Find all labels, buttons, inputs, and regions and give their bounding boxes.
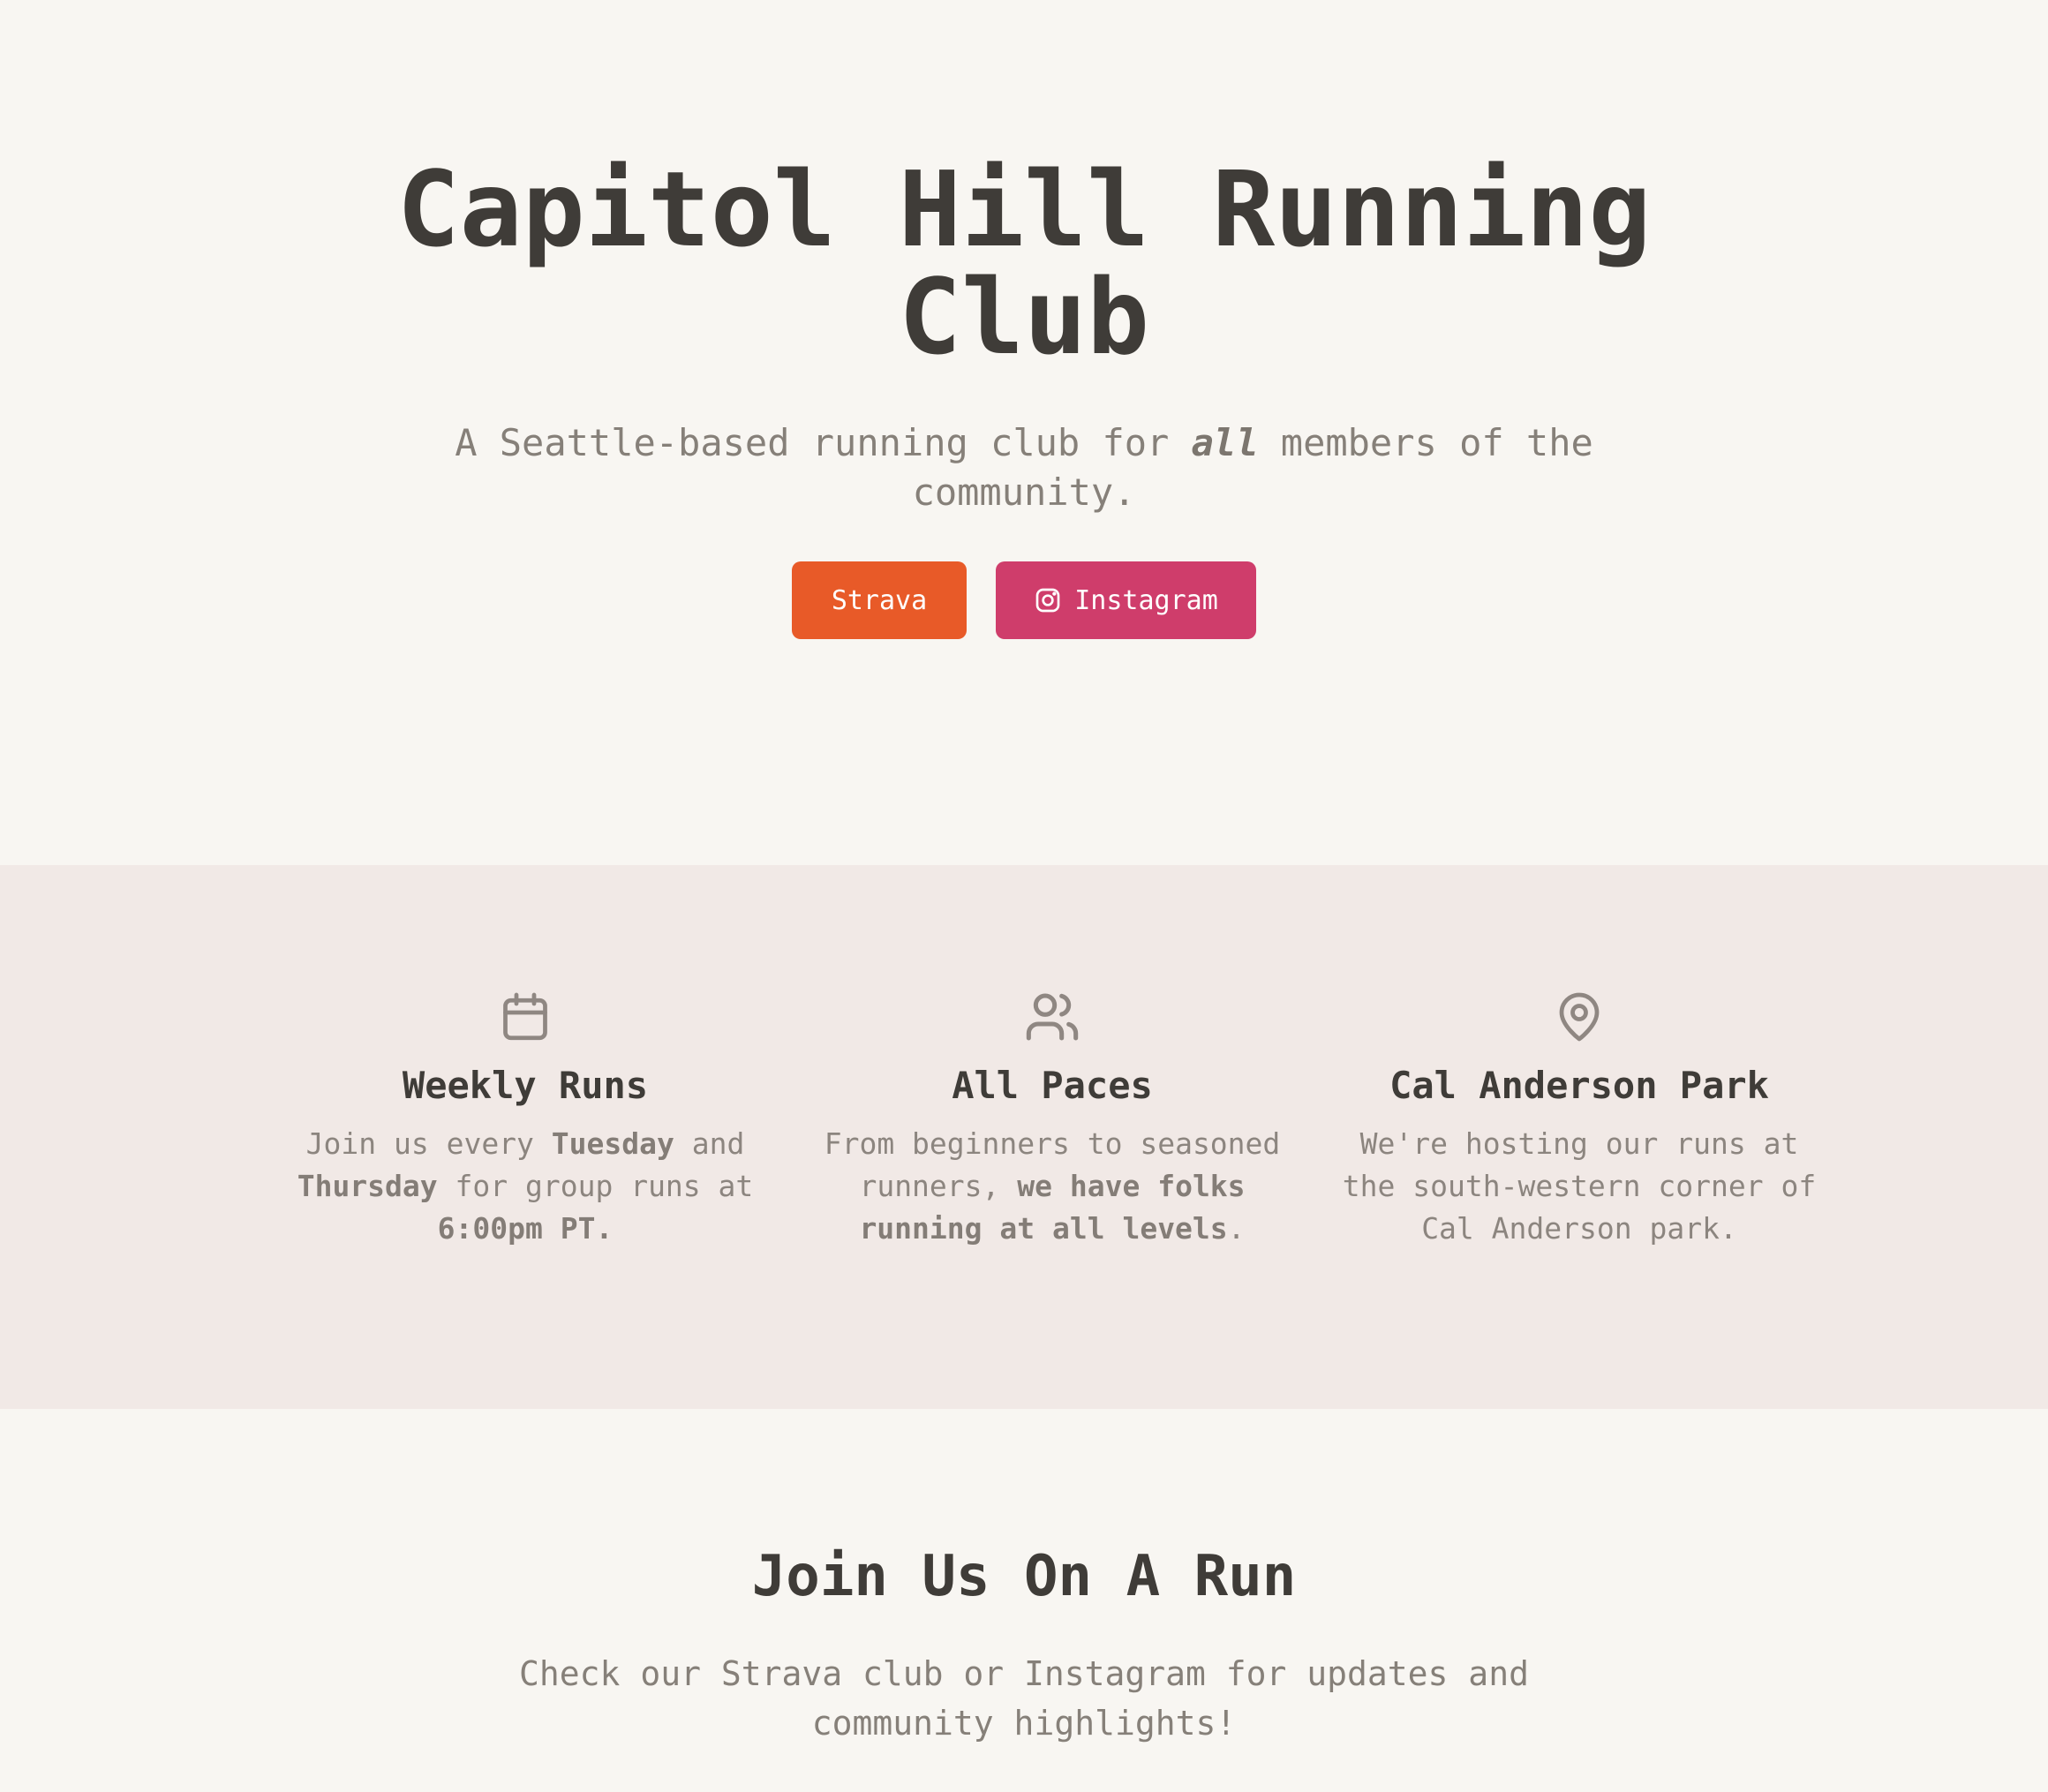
strava-button[interactable]: Strava — [792, 561, 967, 639]
feature-cal-anderson-park: Cal Anderson Park We're hosting our runs… — [1341, 989, 1818, 1250]
join-title: Join Us On A Run — [751, 1544, 1297, 1609]
instagram-icon — [1034, 586, 1062, 614]
join-section: Join Us On A Run Check our Strava club o… — [0, 1409, 2048, 1792]
users-icon — [814, 989, 1291, 1049]
social-buttons: Strava Instagram — [0, 561, 2048, 639]
feature-description: We're hosting our runs at the south-west… — [1342, 1126, 1817, 1246]
desc-bold-time: 6:00pm PT. — [437, 1211, 614, 1246]
desc-text: for group runs at — [437, 1169, 754, 1203]
calendar-icon — [287, 989, 764, 1049]
subtitle-emphasis: all — [1191, 421, 1259, 464]
hero-section: Capitol Hill Running Club A Seattle-base… — [0, 0, 2048, 865]
instagram-button[interactable]: Instagram — [996, 561, 1256, 639]
subtitle-text-before: A Seattle-based running club for — [455, 421, 1192, 464]
feature-title: All Paces — [952, 1064, 1153, 1107]
join-description: Check our Strava club or Instagram for u… — [519, 1654, 1529, 1743]
page-title: Capitol Hill Running Club — [396, 148, 1652, 378]
feature-all-paces: All Paces From beginners to seasoned run… — [814, 989, 1291, 1250]
desc-text: and — [674, 1126, 745, 1161]
desc-text: Join us every — [305, 1126, 552, 1161]
feature-title: Weekly Runs — [402, 1064, 649, 1107]
feature-description: Join us every Tuesday and Thursday for g… — [287, 1123, 764, 1250]
strava-button-label: Strava — [831, 584, 928, 616]
features-section: Weekly Runs Join us every Tuesday and Th… — [0, 865, 2048, 1409]
hero-subtitle: A Seattle-based running club for all mem… — [441, 418, 1607, 517]
map-pin-icon — [1341, 989, 1818, 1049]
desc-bold-tuesday: Tuesday — [551, 1126, 674, 1161]
feature-description: From beginners to seasoned runners, we h… — [814, 1123, 1291, 1250]
feature-weekly-runs: Weekly Runs Join us every Tuesday and Th… — [287, 989, 764, 1250]
desc-bold-thursday: Thursday — [297, 1169, 438, 1203]
feature-title: Cal Anderson Park — [1389, 1064, 1769, 1107]
desc-text: . — [1227, 1211, 1246, 1246]
instagram-button-label: Instagram — [1074, 584, 1218, 616]
